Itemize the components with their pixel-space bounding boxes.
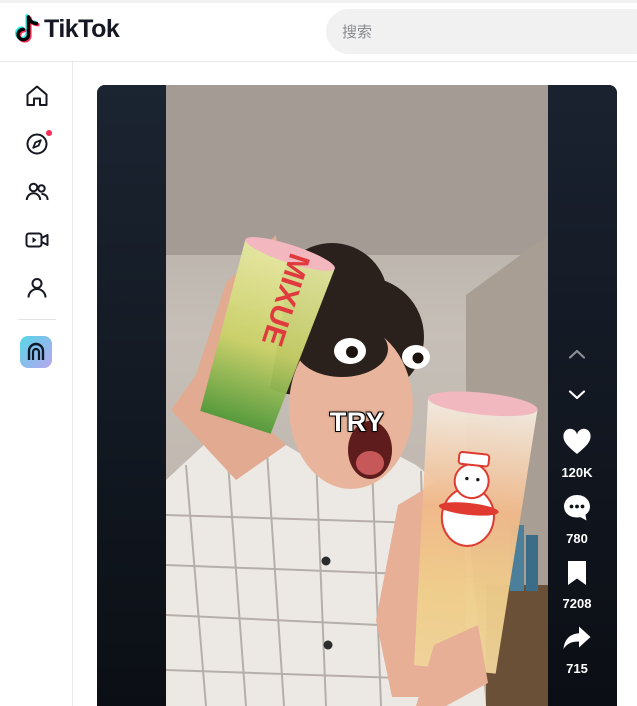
- tiktok-logo[interactable]: TikTok: [14, 14, 120, 44]
- like-button[interactable]: 120K: [548, 428, 606, 480]
- video-player[interactable]: MIXUE TRY: [97, 85, 617, 706]
- share-count: 715: [566, 661, 588, 676]
- heart-icon: [563, 428, 591, 454]
- save-count: 7208: [562, 596, 592, 611]
- live-badge-icon: [27, 342, 45, 360]
- sidebar-item-live[interactable]: [17, 220, 57, 260]
- live-icon: [25, 232, 49, 248]
- video-blur-left: [97, 85, 166, 706]
- search-input[interactable]: [342, 22, 622, 41]
- chevron-down-icon: [568, 390, 586, 400]
- top-bar: TikTok: [0, 0, 637, 62]
- video-scene-illustration: MIXUE: [166, 85, 548, 706]
- comment-count: 780: [566, 531, 588, 546]
- search-bar[interactable]: [326, 9, 637, 54]
- comment-icon: [564, 495, 590, 521]
- comment-button[interactable]: 780: [548, 493, 606, 546]
- chevron-up-icon: [568, 349, 586, 359]
- next-video-button[interactable]: [563, 381, 591, 409]
- sidebar-item-profile[interactable]: [17, 268, 57, 308]
- video-frame[interactable]: MIXUE TRY: [166, 85, 548, 706]
- home-icon: [26, 85, 48, 106]
- video-caption: TRY: [329, 407, 385, 437]
- bookmark-icon: [568, 561, 586, 585]
- logo-text: TikTok: [44, 14, 120, 43]
- share-button[interactable]: 715: [548, 624, 606, 676]
- tiktok-note-icon: [15, 14, 40, 43]
- notification-dot: [46, 130, 52, 136]
- following-icon: [25, 182, 49, 201]
- like-count: 120K: [561, 465, 593, 480]
- sidebar-divider: [18, 319, 56, 320]
- sidebar: [0, 62, 73, 706]
- save-button[interactable]: 7208: [548, 559, 606, 611]
- previous-video-button[interactable]: [563, 340, 591, 368]
- sidebar-item-home[interactable]: [17, 76, 57, 116]
- sidebar-item-following[interactable]: [17, 172, 57, 212]
- profile-icon: [27, 278, 47, 298]
- sidebar-item-live-badge[interactable]: [20, 336, 52, 368]
- top-edge: [0, 0, 637, 3]
- share-arrow-icon: [563, 626, 591, 649]
- sidebar-item-explore[interactable]: [17, 124, 57, 164]
